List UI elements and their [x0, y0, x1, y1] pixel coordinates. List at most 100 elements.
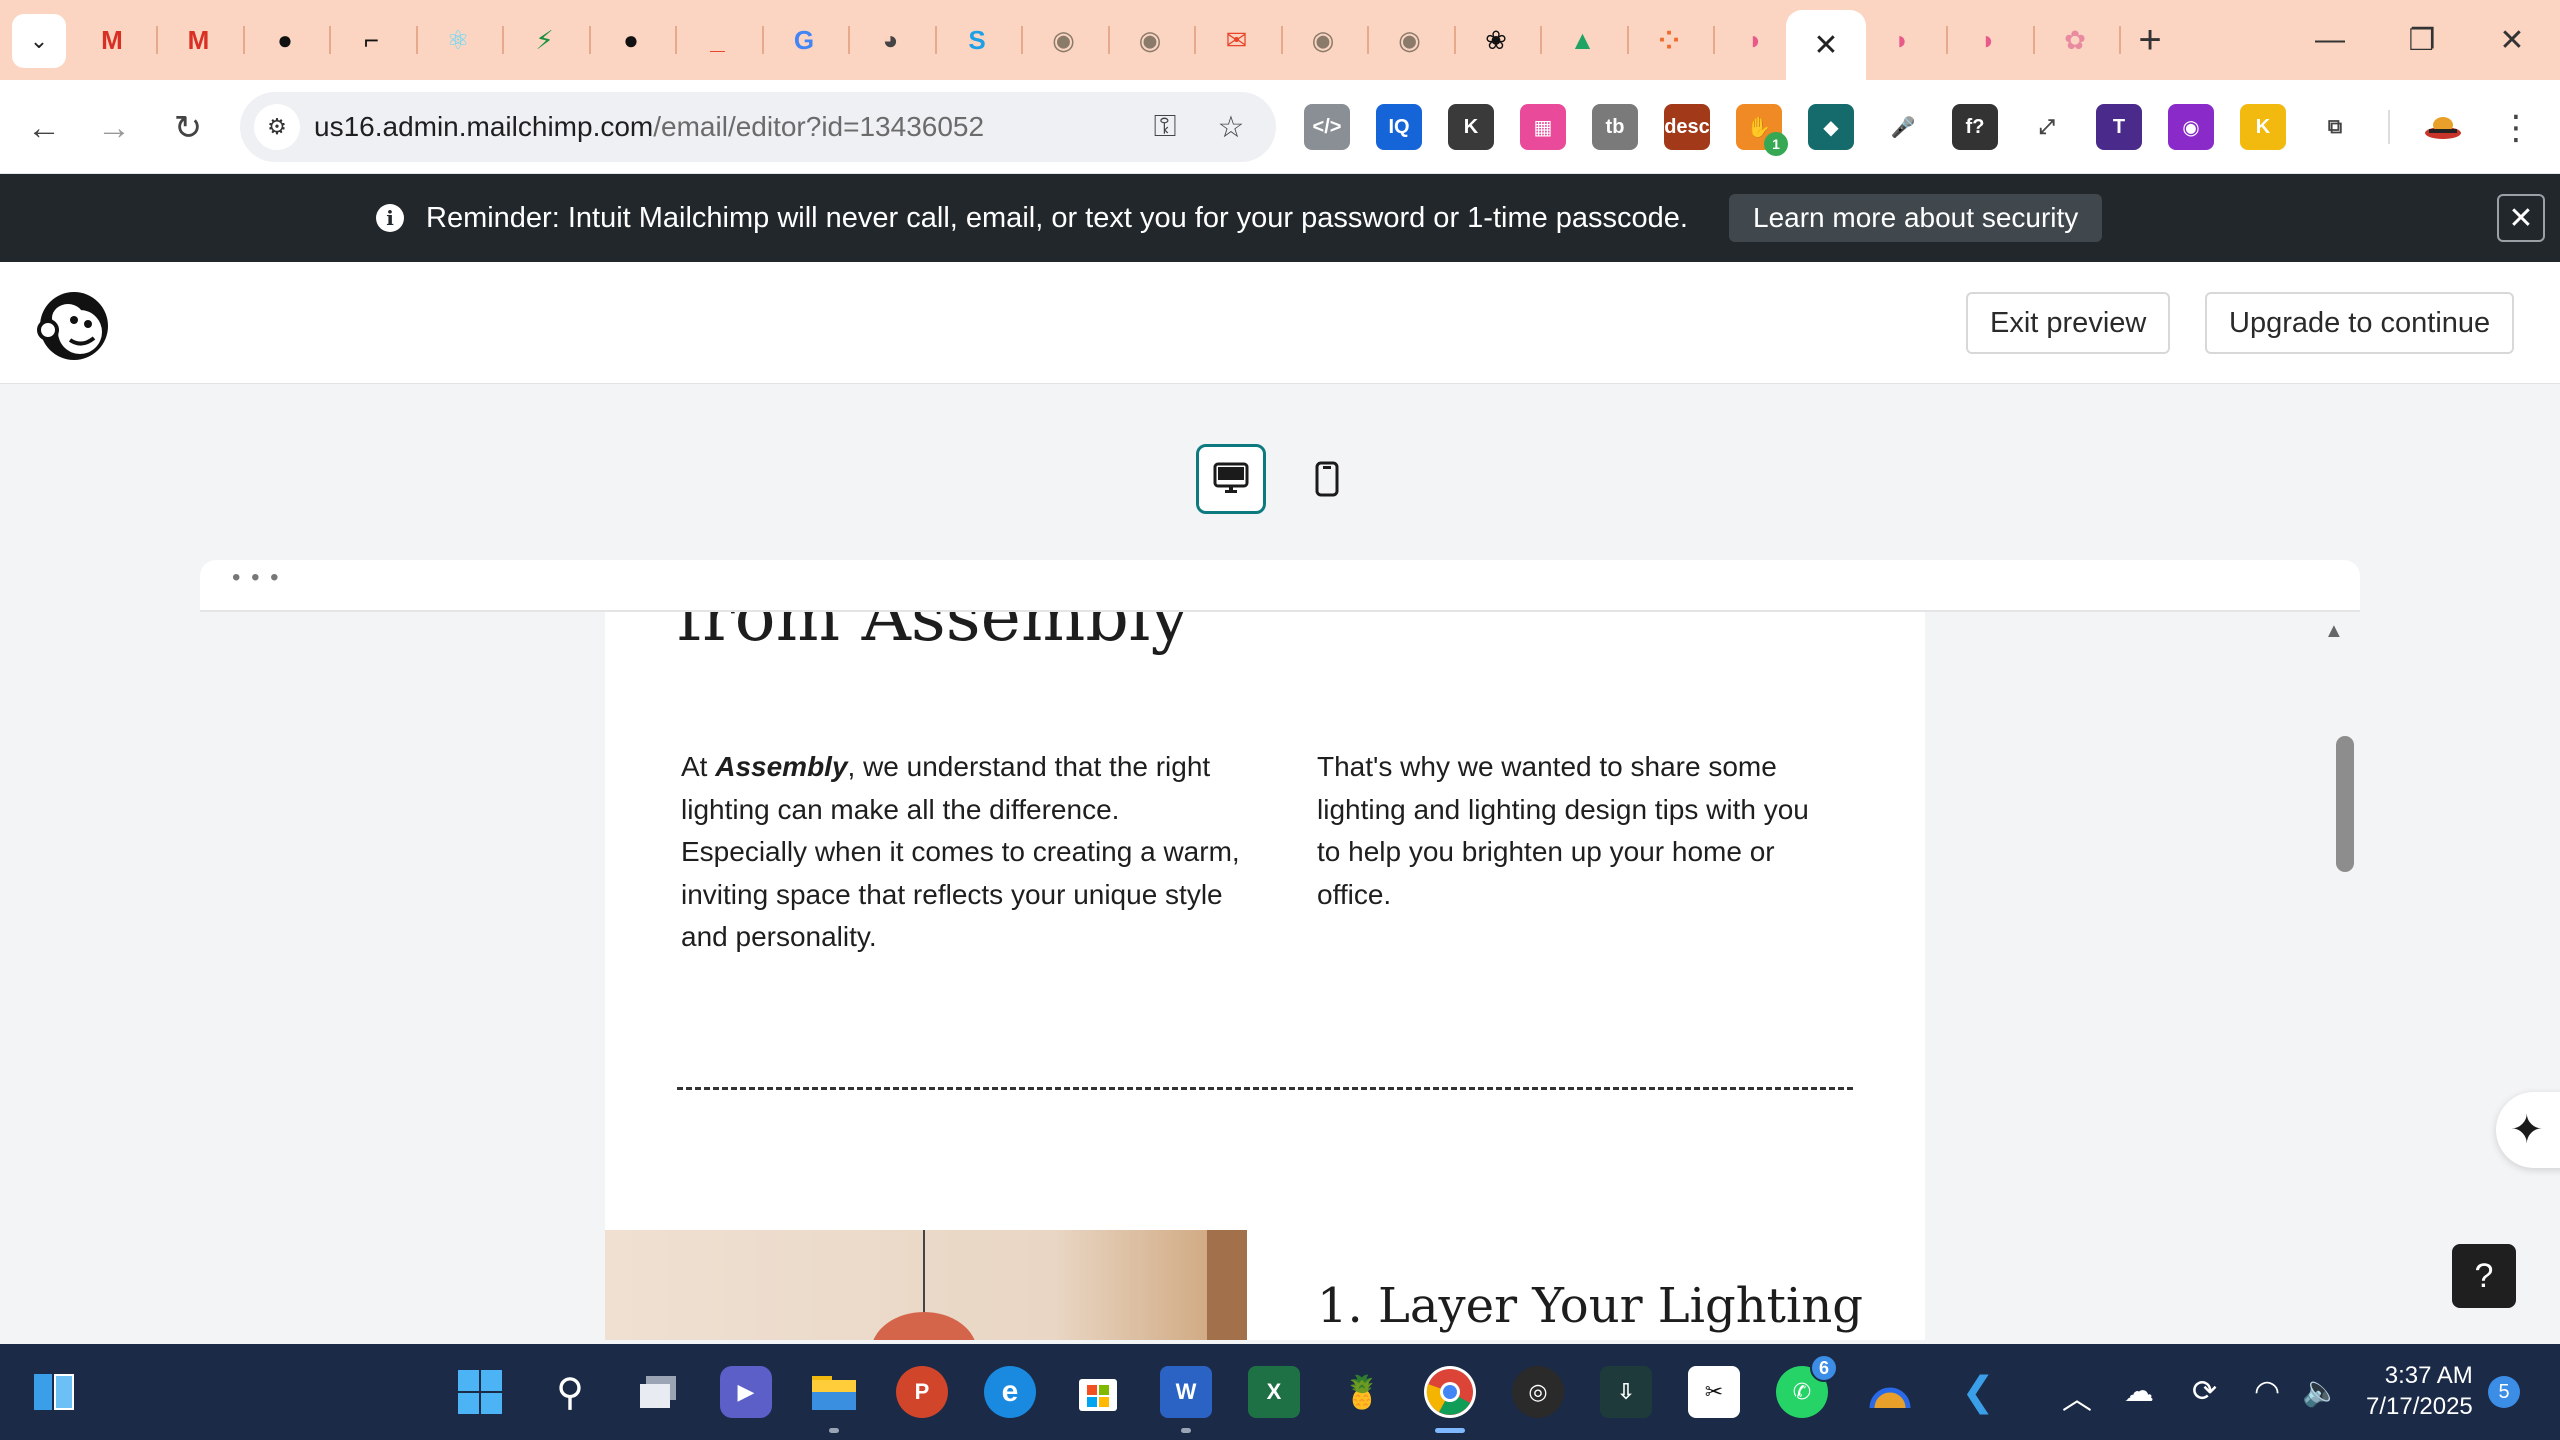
gradient-app-icon[interactable]: ◗ [1967, 18, 2011, 62]
exit-preview-button[interactable]: Exit preview [1966, 292, 2171, 354]
excel-icon[interactable]: X [1248, 1366, 1300, 1418]
github-icon[interactable]: ● [609, 18, 653, 62]
t-ext-icon[interactable]: T [2096, 104, 2142, 150]
k-yellow-ext-icon[interactable]: K [2240, 104, 2286, 150]
ai-assistant-button[interactable]: ✦ [2496, 1092, 2560, 1168]
url-text[interactable]: us16.admin.mailchimp.com/email/editor?id… [314, 111, 984, 143]
sync-icon[interactable]: ⟳ [2192, 1374, 2217, 1409]
onedrive-icon[interactable]: ☁ [2124, 1374, 2154, 1409]
github-icon[interactable]: ● [263, 18, 307, 62]
banner-close-button[interactable]: ✕ [2497, 194, 2545, 242]
address-bar[interactable]: ⚙ us16.admin.mailchimp.com/email/editor?… [240, 92, 1276, 162]
bolt-icon[interactable]: ⚡ [523, 18, 567, 62]
avatar-tab-icon[interactable]: ◉ [1128, 18, 1172, 62]
gmail-icon[interactable]: M [90, 18, 134, 62]
function-ext-icon[interactable]: f? [1952, 104, 1998, 150]
hand-ext-icon[interactable]: ✋ 1 [1736, 104, 1788, 156]
teams-chat-icon[interactable]: ▶ [720, 1366, 772, 1418]
close-window-button[interactable]: ✕ [2484, 16, 2540, 64]
scrollbar-thumb[interactable] [2336, 736, 2354, 872]
desc-ext-icon[interactable]: desc [1664, 104, 1710, 150]
avatar-tab-icon[interactable]: ◉ [1042, 18, 1086, 62]
brain-icon[interactable]: ✿ [2053, 18, 2097, 62]
search-icon[interactable]: ⚲ [544, 1366, 596, 1418]
s-app-icon[interactable]: S [955, 18, 999, 62]
more-options-icon[interactable]: • • • [232, 564, 281, 592]
learn-more-security-button[interactable]: Learn more about security [1729, 194, 2103, 242]
chrome-icon[interactable] [1424, 1366, 1476, 1418]
back-button[interactable]: ← [18, 102, 70, 154]
tb-ext-icon[interactable]: tb [1592, 104, 1638, 150]
active-tab[interactable]: ✕ [1786, 10, 1866, 80]
gmail-icon[interactable]: M [177, 18, 221, 62]
help-button[interactable]: ? [2452, 1244, 2516, 1308]
capcut-icon[interactable]: ✂ [1688, 1366, 1740, 1418]
colorgrid-ext-icon[interactable]: ▦ [1520, 104, 1566, 150]
file-explorer-icon[interactable] [808, 1366, 860, 1418]
mic-ext-icon[interactable]: 🎤 [1880, 104, 1926, 150]
word-icon[interactable]: W [1160, 1366, 1212, 1418]
browser-menu-button[interactable]: ⋮ [2490, 102, 2542, 154]
eye-ext-icon[interactable]: ◉ [2168, 104, 2214, 150]
password-key-icon[interactable]: ⚿ [1144, 106, 1186, 148]
fruit-app-icon[interactable]: 🍍 [1336, 1366, 1388, 1418]
k-ext-icon[interactable]: K [1448, 104, 1494, 150]
whatsapp-icon[interactable]: ✆ 6 [1776, 1354, 1838, 1418]
mail-icon[interactable]: ✉ [1215, 18, 1259, 62]
task-view-icon[interactable] [632, 1366, 684, 1418]
windows-taskbar: ⚲ ▶ P e W X 🍍 ◎ ⇩ ✂ ✆ 6 ❮ ︿ ☁ ⟳ ◠ 🔈 3:37 … [0, 1344, 2560, 1440]
app-header: Exit preview Upgrade to continue [0, 262, 2560, 384]
red-app-icon[interactable]: _ [696, 18, 740, 62]
edge-icon[interactable]: e [984, 1366, 1036, 1418]
iq-ext-icon[interactable]: IQ [1376, 104, 1422, 150]
running-indicator [1181, 1428, 1191, 1433]
gradient-app-icon[interactable]: ◗ [1734, 18, 1778, 62]
openai-icon[interactable]: ❀ [1474, 18, 1518, 62]
email-preview-frame: • • • from Assembly At Assembly, we unde… [200, 560, 2360, 1340]
wifi-icon[interactable]: ◠ [2254, 1374, 2280, 1409]
react-icon[interactable]: ⚛ [436, 18, 480, 62]
powerpoint-icon[interactable]: P [896, 1366, 948, 1418]
download-app-icon[interactable]: ⇩ [1600, 1366, 1652, 1418]
expand-ext-icon[interactable]: ⤢ [2024, 104, 2070, 150]
reload-button[interactable]: ↻ [162, 102, 214, 154]
globe-icon[interactable]: ◕ [869, 18, 913, 62]
store-icon[interactable] [1072, 1366, 1124, 1418]
tray-overflow-icon[interactable]: ︿ [2062, 1374, 2092, 1418]
notification-badge[interactable]: 5 [2488, 1376, 2520, 1408]
gradient-app-icon[interactable]: ◗ [1880, 18, 1924, 62]
new-tab-button[interactable]: + [2128, 18, 2172, 62]
mailchimp-logo[interactable] [34, 282, 114, 364]
upgrade-button[interactable]: Upgrade to continue [2205, 292, 2515, 354]
profile-avatar[interactable] [2420, 104, 2466, 150]
volume-icon[interactable]: 🔈 [2302, 1374, 2339, 1409]
puzzle-ext-icon[interactable]: ⧉ [2312, 104, 2358, 150]
system-clock[interactable]: 3:37 AM 7/17/2025 [2366, 1360, 2473, 1422]
avatar-tab-icon[interactable]: ◉ [1301, 18, 1345, 62]
app-icon[interactable]: ⌐ [350, 18, 394, 62]
restore-button[interactable]: ❐ [2394, 16, 2450, 64]
vscode-icon[interactable]: ❮ [1952, 1366, 2004, 1418]
obs-icon[interactable]: ◎ [1512, 1366, 1564, 1418]
code-ext-icon[interactable]: </> [1304, 104, 1350, 150]
forward-button[interactable]: → [88, 102, 140, 154]
bookmark-star-icon[interactable]: ☆ [1210, 106, 1252, 148]
google-icon[interactable]: G [782, 18, 826, 62]
site-settings-icon[interactable]: ⚙ [254, 104, 300, 150]
tab-search-button[interactable]: ⌄ [12, 14, 66, 68]
scroll-up-arrow-icon[interactable]: ▲ [2324, 620, 2344, 643]
widgets-icon[interactable] [28, 1366, 80, 1418]
desktop-preview-toggle[interactable] [1196, 444, 1266, 514]
start-button[interactable] [454, 1366, 506, 1418]
avatar-tab-icon[interactable]: ◉ [1388, 18, 1432, 62]
mobile-preview-toggle[interactable] [1292, 444, 1362, 514]
tasks-icon[interactable]: ⁘ [1647, 18, 1691, 62]
minimize-button[interactable]: — [2302, 16, 2358, 64]
vpn-app-icon[interactable] [1864, 1366, 1916, 1418]
close-tab-icon[interactable]: ✕ [1813, 28, 1838, 63]
tab-separator [1107, 26, 1110, 54]
tab-separator [242, 26, 245, 54]
intro-column-left: At Assembly, we understand that the righ… [681, 746, 1241, 959]
drive-icon[interactable]: ▲ [1561, 18, 1605, 62]
diamond-ext-icon[interactable]: ◆ [1808, 104, 1854, 150]
